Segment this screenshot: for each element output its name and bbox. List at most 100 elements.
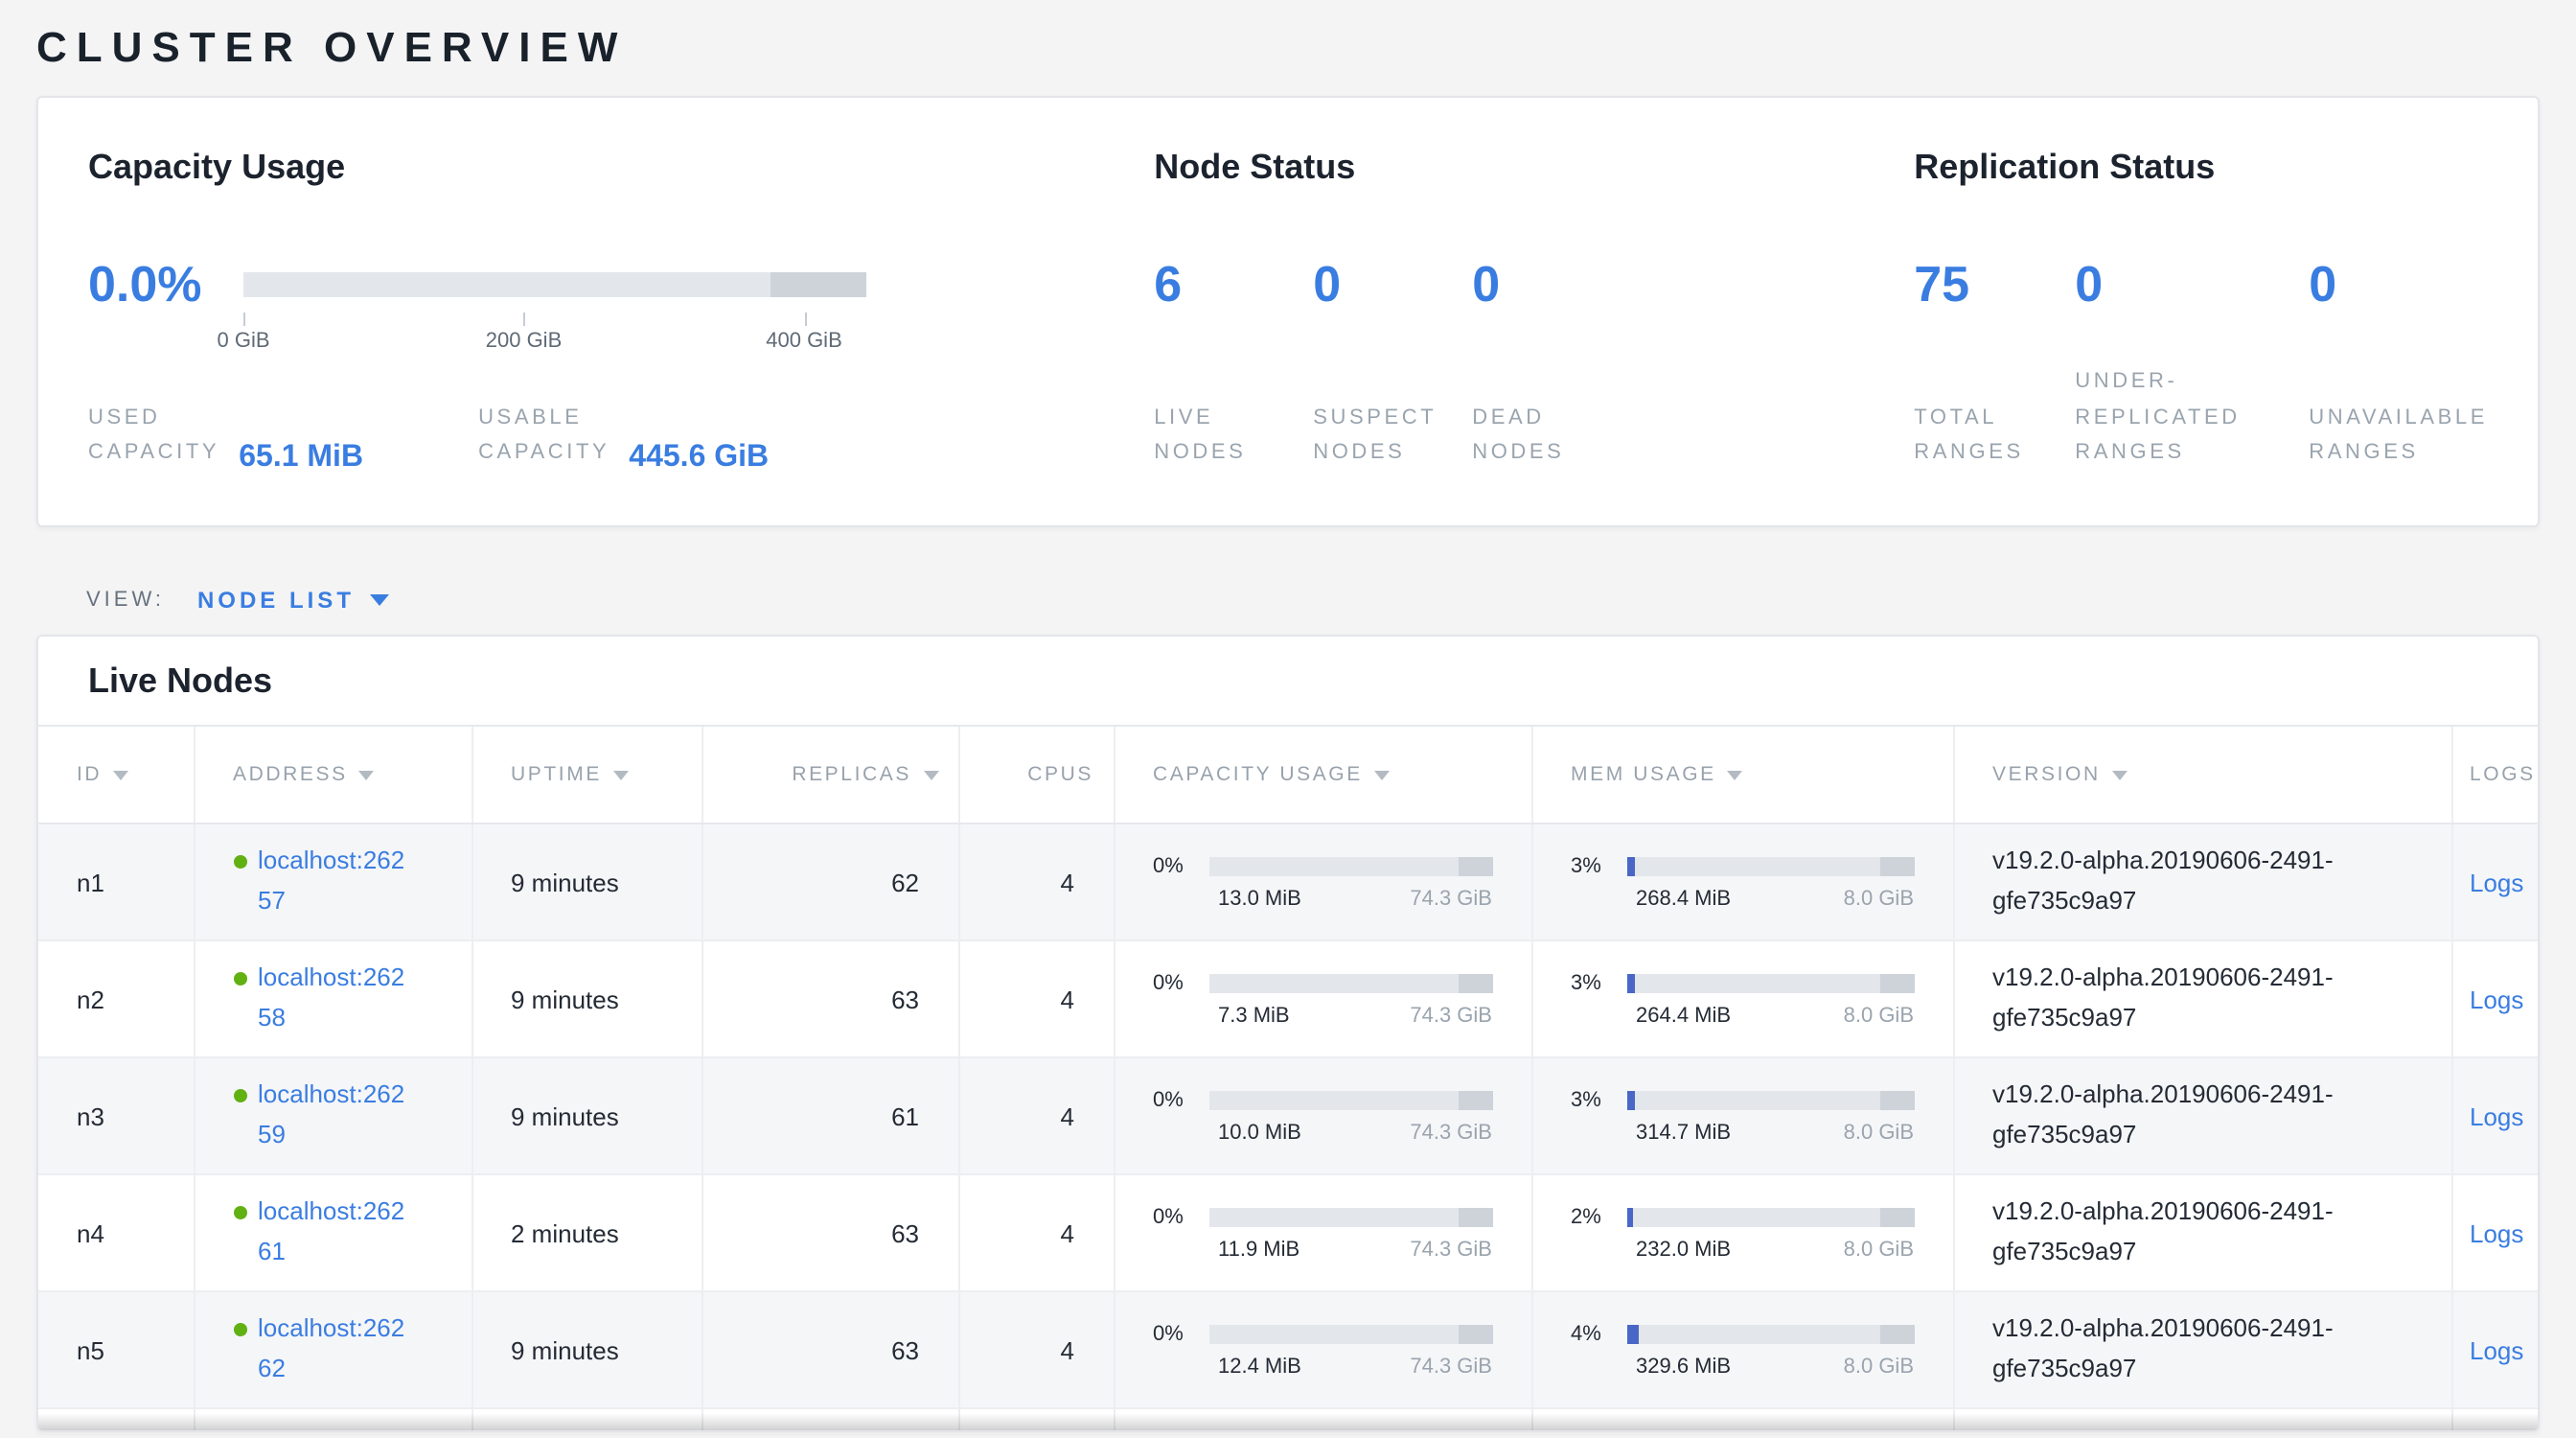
- node-id-cell: n5: [38, 1291, 194, 1408]
- node-address-link[interactable]: localhost:26262: [258, 1310, 409, 1389]
- axis-tick: [804, 313, 806, 326]
- sort-caret-icon: [613, 771, 629, 780]
- table-row-partial: [38, 1408, 2540, 1432]
- capacity-stat: USEDCAPACITY 65.1 MiB: [88, 400, 363, 472]
- capacity-usage-content: 0.0% 0 GiB 200 GiB 400 GiB USED: [88, 255, 1154, 472]
- replication-status-stats: 75 TOTALRANGES 0 UNDER-REPLICATEDRANGES …: [1914, 255, 2488, 472]
- axis-tick-label: 0 GiB: [217, 330, 269, 353]
- capacity-usage-cell: 0% 10.0 MiB 74.3 GiB: [1114, 1057, 1531, 1174]
- logs-link[interactable]: Logs: [2470, 1335, 2523, 1364]
- bar-reserved-segment: [1459, 1090, 1493, 1109]
- column-header[interactable]: REPLICAS: [702, 726, 958, 823]
- memory-usage-bar: [1626, 973, 1914, 992]
- node-uptime-cell: 9 minutes: [472, 823, 702, 940]
- memory-total-value: 8.0 GiB: [1844, 1355, 1914, 1378]
- column-header[interactable]: VERSION: [1953, 726, 2451, 823]
- node-status-title: Node Status: [1154, 148, 1914, 190]
- summary-stat-value: 75: [1914, 255, 2075, 314]
- node-cpus-cell: 4: [958, 1174, 1114, 1291]
- summary-stat: 0 UNAVAILABLERANGES: [2309, 255, 2488, 472]
- sort-caret-icon: [1728, 771, 1743, 780]
- node-address-link[interactable]: localhost:26258: [258, 959, 409, 1038]
- capacity-usage-chart: 0.0% 0 GiB 200 GiB 400 GiB: [88, 255, 1154, 314]
- node-version-cell: v19.2.0-alpha.20190606-2491-gfe735c9a97: [1953, 823, 2451, 940]
- page-content: CLUSTER OVERVIEW Capacity Usage 0.0% 0 G…: [0, 0, 2576, 1432]
- node-address-link[interactable]: localhost:26259: [258, 1076, 409, 1155]
- node-logs-cell: Logs: [2451, 1291, 2540, 1408]
- table-body: n1 localhost:26257 9 minutes 62 4 0% 13.…: [38, 823, 2540, 1408]
- column-header-label: ID: [77, 763, 102, 786]
- bar-reserved-segment: [1459, 1207, 1493, 1226]
- bar-reserved-segment: [1879, 1207, 1914, 1226]
- capacity-usage-cell: 0% 12.4 MiB 74.3 GiB: [1114, 1291, 1531, 1408]
- column-header[interactable]: ADDRESS: [194, 726, 472, 823]
- node-address-link[interactable]: localhost:26261: [258, 1193, 409, 1272]
- bar-reserved-segment: [1879, 1324, 1914, 1343]
- logs-link[interactable]: Logs: [2470, 868, 2523, 896]
- summary-stat-value: 0: [2075, 255, 2309, 314]
- replication-status-title: Replication Status: [1914, 148, 2488, 190]
- sort-caret-icon: [113, 771, 128, 780]
- column-header[interactable]: CAPACITY USAGE: [1114, 726, 1531, 823]
- capacity-usage-bar: [1208, 856, 1492, 875]
- memory-usage-bar: [1626, 856, 1914, 875]
- node-address-cell: localhost:26257: [194, 823, 472, 940]
- node-logs-cell: Logs: [2451, 940, 2540, 1057]
- node-address-link[interactable]: localhost:26257: [258, 842, 409, 921]
- column-header[interactable]: UPTIME: [472, 726, 702, 823]
- logs-link[interactable]: Logs: [2470, 1218, 2523, 1247]
- summary-stat-label: TOTALRANGES: [1914, 400, 2075, 472]
- column-header[interactable]: MEM USAGE: [1531, 726, 1953, 823]
- view-bar: VIEW: NODE LIST: [36, 571, 2540, 629]
- capacity-usage-cell: 0% 11.9 MiB 74.3 GiB: [1114, 1174, 1531, 1291]
- live-nodes-card: Live Nodes IDADDRESSUPTIMEREPLICASCPUSCA…: [36, 635, 2540, 1432]
- sort-caret-icon: [359, 771, 375, 780]
- summary-stat-value: 0: [1313, 255, 1472, 314]
- page-title: CLUSTER OVERVIEW: [36, 23, 2540, 73]
- node-version-cell: v19.2.0-alpha.20190606-2491-gfe735c9a97: [1953, 940, 2451, 1057]
- node-uptime-cell: 9 minutes: [472, 1291, 702, 1408]
- node-replicas-cell: 63: [702, 1291, 958, 1408]
- capacity-used-value: 13.0 MiB: [1218, 887, 1301, 910]
- node-replicas-cell: 63: [702, 1174, 958, 1291]
- view-selector-dropdown[interactable]: NODE LIST: [197, 587, 389, 614]
- node-status-content: 6 LIVENODES 0 SUSPECTNODES 0 DEADNODES: [1154, 255, 1914, 472]
- bar-reserved-segment: [1459, 1324, 1493, 1343]
- live-status-icon: [233, 855, 246, 869]
- node-version-cell: v19.2.0-alpha.20190606-2491-gfe735c9a97: [1953, 1057, 2451, 1174]
- capacity-percent: 0%: [1153, 1088, 1208, 1111]
- summary-stat-label: UNDER-REPLICATEDRANGES: [2075, 364, 2309, 472]
- table-header-row: ID ADDRESSUPTIME REPLICAS CPUSCAPACITY USAG…: [38, 726, 2540, 823]
- node-logs-cell: Logs: [2451, 1174, 2540, 1291]
- node-logs-cell: Logs: [2451, 1057, 2540, 1174]
- view-selected-value: NODE LIST: [197, 587, 355, 614]
- memory-total-value: 8.0 GiB: [1844, 887, 1914, 910]
- capacity-total-value: 74.3 GiB: [1410, 1355, 1492, 1378]
- sort-caret-icon: [2112, 771, 2128, 780]
- memory-total-value: 8.0 GiB: [1844, 1004, 1914, 1027]
- axis-tick: [243, 313, 245, 326]
- summary-stat: 0 SUSPECTNODES: [1313, 255, 1472, 472]
- capacity-percent: 0%: [1153, 1205, 1208, 1228]
- summary-stat: 0 DEADNODES: [1472, 255, 1631, 472]
- logs-link[interactable]: Logs: [2470, 1102, 2523, 1130]
- summary-stat-value: 6: [1154, 255, 1313, 314]
- bar-reserved-segment: [1459, 973, 1493, 992]
- logs-link[interactable]: Logs: [2470, 985, 2523, 1013]
- node-cpus-cell: 4: [958, 1291, 1114, 1408]
- column-header[interactable]: LOGS: [2451, 726, 2540, 823]
- capacity-total-value: 74.3 GiB: [1410, 887, 1492, 910]
- memory-usage-bar: [1626, 1324, 1914, 1343]
- column-header[interactable]: CPUS: [958, 726, 1114, 823]
- live-status-icon: [233, 1206, 246, 1219]
- column-header-label: REPLICAS: [792, 763, 911, 786]
- axis-tick-label: 200 GiB: [486, 330, 563, 353]
- bar-fill-segment: [1626, 1207, 1632, 1226]
- summary-stat-label: DEADNODES: [1472, 400, 1631, 472]
- column-header[interactable]: ID: [38, 726, 194, 823]
- bar-reserved-segment: [1459, 856, 1493, 875]
- capacity-usage-bar: [1208, 1324, 1492, 1343]
- node-id-cell: n4: [38, 1174, 194, 1291]
- capacity-total-value: 74.3 GiB: [1410, 1004, 1492, 1027]
- capacity-usage-bar: [1208, 973, 1492, 992]
